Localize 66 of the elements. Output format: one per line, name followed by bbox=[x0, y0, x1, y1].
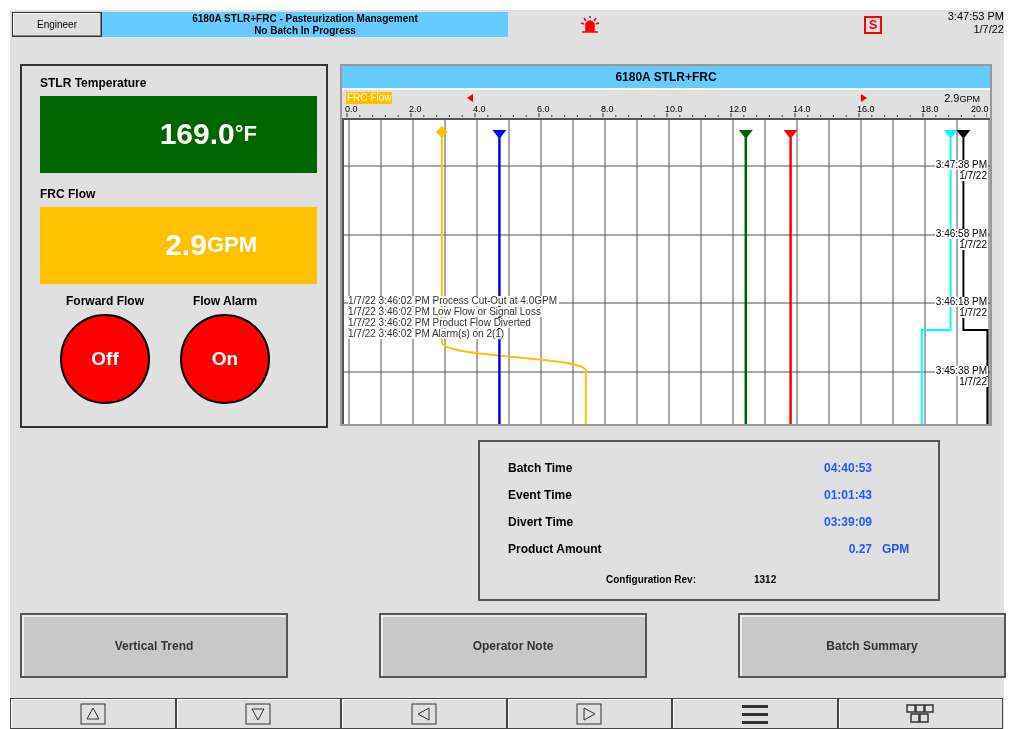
nav-button[interactable] bbox=[10, 698, 176, 729]
scale-label: 6.0 bbox=[537, 103, 550, 114]
batch-status: No Batch In Progress bbox=[254, 24, 356, 37]
scale-label: 4.0 bbox=[473, 103, 486, 114]
reading-value: 2.9 bbox=[165, 228, 207, 263]
scale-label: 12.0 bbox=[729, 103, 747, 114]
scale-label: 2.0 bbox=[409, 103, 422, 114]
current-value: 2.9GPM bbox=[944, 91, 980, 104]
action-button[interactable]: Batch Summary bbox=[738, 613, 1006, 678]
grid-icon bbox=[906, 703, 935, 724]
screen-title: 6180A STLR+FRC - Pasteurization Management bbox=[192, 12, 418, 25]
event-log-entry: 1/7/22 3:46:02 PM Process Cut-Out at 4.0GPM bbox=[348, 295, 559, 306]
scale-label: 10.0 bbox=[665, 103, 683, 114]
alarm-limit-icon bbox=[467, 93, 473, 102]
nav-button[interactable] bbox=[837, 698, 1003, 729]
nav-button[interactable] bbox=[506, 698, 672, 729]
action-button[interactable]: Operator Note bbox=[379, 613, 647, 678]
pen-label: FRC Flow bbox=[346, 91, 393, 104]
summary-value: 01:01:43 bbox=[822, 488, 872, 503]
date-mark: 1/7/22 bbox=[958, 239, 988, 250]
user-button[interactable]: Engineer bbox=[12, 12, 102, 38]
summary-label: Divert Time bbox=[508, 515, 575, 530]
config-label: Configuration Rev: bbox=[606, 573, 696, 585]
reading-value: 169.0 bbox=[159, 117, 235, 152]
event-log-entry: 1/7/22 3:46:02 PM Low Flow or Signal Loss bbox=[348, 306, 543, 317]
indicator-label: Forward Flow bbox=[66, 293, 144, 308]
reading-label: STLR Temperature bbox=[40, 75, 148, 90]
summary-unit: GPM bbox=[882, 542, 910, 557]
summary-label: Event Time bbox=[508, 488, 573, 503]
indicator-lamp: On bbox=[180, 313, 270, 404]
nav-button[interactable] bbox=[341, 698, 507, 729]
event-log-entry: 1/7/22 3:46:02 PM Product Flow Diverted bbox=[348, 317, 533, 328]
reading-unit: °F bbox=[234, 121, 257, 148]
event-log-entry: 1/7/22 3:46:02 PM Alarm(s) on 2(1) bbox=[348, 328, 507, 339]
time-mark: 3:46:58 PM bbox=[934, 228, 988, 239]
time-mark: 3:45:38 PM bbox=[934, 365, 988, 376]
summary-label: Product Amount bbox=[508, 542, 603, 557]
menu-icon bbox=[740, 702, 769, 725]
indicator-label: Flow Alarm bbox=[192, 293, 258, 308]
config-value: 1312 bbox=[754, 573, 777, 585]
alarm-icon[interactable] bbox=[580, 15, 600, 34]
action-button[interactable]: Vertical Trend bbox=[20, 613, 288, 678]
scale-label: 18.0 bbox=[921, 103, 939, 114]
summary-value: 0.27 bbox=[847, 542, 872, 557]
alarm-limit-icon bbox=[861, 93, 867, 102]
scale-label: 14.0 bbox=[793, 103, 811, 114]
date-mark: 1/7/22 bbox=[958, 170, 988, 181]
clock-time: 3:47:53 PM bbox=[947, 9, 1004, 23]
indicator-lamp: Off bbox=[60, 313, 150, 404]
scale-label: 20.0 bbox=[971, 103, 989, 114]
date-mark: 1/7/22 bbox=[958, 307, 988, 318]
scale-label: 16.0 bbox=[857, 103, 875, 114]
date-mark: 1/7/22 bbox=[958, 376, 988, 387]
time-mark: 3:47:38 PM bbox=[934, 159, 988, 170]
reading-label: FRC Flow bbox=[40, 186, 97, 201]
clock-date: 1/7/22 bbox=[973, 22, 1004, 36]
trend-title: 6180A STLR+FRC bbox=[342, 65, 990, 88]
nav-button[interactable] bbox=[175, 698, 341, 729]
summary-label: Batch Time bbox=[508, 461, 574, 476]
reading-unit: GPM bbox=[206, 232, 257, 259]
nav-button[interactable] bbox=[672, 698, 838, 729]
scale-label: 8.0 bbox=[601, 103, 614, 114]
summary-value: 04:40:53 bbox=[822, 461, 872, 476]
scale-label: 0.0 bbox=[345, 103, 358, 114]
summary-value: 03:39:09 bbox=[822, 515, 872, 530]
time-mark: 3:46:18 PM bbox=[934, 296, 988, 307]
